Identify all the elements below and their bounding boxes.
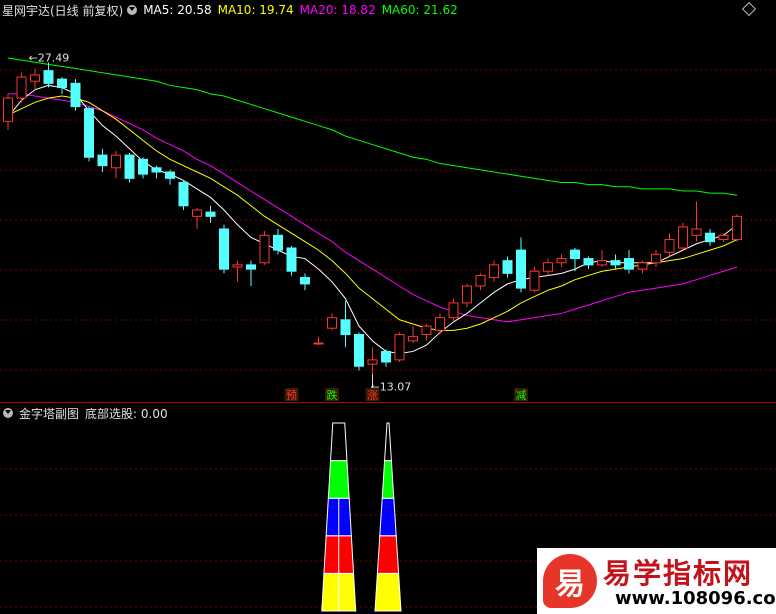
watermark-logo-icon: 易 — [543, 554, 597, 608]
candle-body — [246, 264, 256, 270]
signal-label: 预 — [286, 389, 297, 402]
candle-body — [97, 154, 108, 167]
candle-body — [678, 226, 688, 249]
candle-body — [408, 336, 418, 342]
pyramid-band — [379, 497, 397, 537]
candle-body — [178, 182, 189, 207]
candlestick-chart[interactable]: ←27.49←13.07预跌涨减 — [0, 0, 776, 402]
candle-body — [111, 154, 121, 169]
candle-body — [691, 228, 702, 236]
candle-body — [448, 302, 459, 319]
candle-body — [165, 171, 175, 179]
candle-body — [192, 209, 202, 217]
candle-body — [16, 76, 27, 99]
candle-body — [381, 350, 391, 363]
candle-body — [610, 260, 621, 266]
candle-body — [205, 211, 216, 217]
signal-label: 减 — [516, 389, 527, 402]
candle-body — [273, 234, 283, 251]
candle-body — [651, 253, 661, 264]
candle-body — [70, 82, 81, 108]
candle-body — [489, 264, 499, 279]
candle-body — [259, 234, 270, 264]
candle-body — [151, 167, 162, 173]
watermark-title: 易学指标网 — [603, 557, 754, 590]
pyramid-band — [330, 422, 348, 462]
candle-body — [570, 249, 580, 260]
candle-body — [3, 97, 13, 122]
signal-label: 涨 — [367, 389, 378, 402]
candle-body — [300, 277, 310, 285]
candle-body — [57, 78, 67, 89]
pyramid-band — [384, 422, 392, 462]
candle-body — [286, 247, 297, 272]
watermark: 易 易学指标网 www.108096.com — [537, 548, 776, 614]
watermark-url: www.108096.com — [615, 588, 776, 609]
signal-label: 跌 — [327, 388, 338, 402]
candle-body — [664, 239, 675, 253]
candle-body — [367, 359, 378, 365]
candle-body — [313, 342, 324, 345]
candle-body — [394, 334, 405, 361]
candle-body — [340, 319, 351, 336]
high-price-label: ←27.49 — [29, 51, 70, 64]
ma5-line — [7, 84, 738, 355]
candle-body — [232, 264, 243, 268]
candle-body — [718, 234, 729, 241]
pyramid-band — [327, 460, 350, 499]
ma10-line — [7, 95, 738, 331]
candle-body — [421, 325, 432, 336]
ma20-line — [8, 93, 738, 323]
candle-body — [543, 262, 553, 272]
candle-body — [502, 260, 513, 274]
candle-body — [84, 108, 94, 158]
candle-body — [435, 317, 445, 331]
candle-body — [583, 258, 594, 266]
candle-body — [624, 258, 634, 270]
candle-body — [327, 317, 337, 329]
candle-body — [637, 262, 648, 270]
ma60-line — [7, 57, 738, 196]
candle-body — [43, 70, 54, 84]
candle-body — [732, 215, 742, 241]
pyramid-band — [381, 460, 395, 499]
candle-body — [516, 249, 526, 289]
candle-body — [30, 74, 40, 82]
candle-body — [124, 154, 135, 179]
candle-body — [475, 274, 486, 287]
candle-body — [705, 232, 715, 243]
candle-body — [597, 260, 607, 266]
pyramid-band — [376, 535, 400, 574]
candle-body — [462, 285, 472, 304]
pyramid-band — [374, 572, 402, 612]
candle-body — [529, 270, 540, 291]
candle-body — [138, 158, 148, 175]
candle-body — [354, 334, 364, 367]
candle-body — [219, 228, 229, 270]
candle-body — [556, 258, 567, 264]
